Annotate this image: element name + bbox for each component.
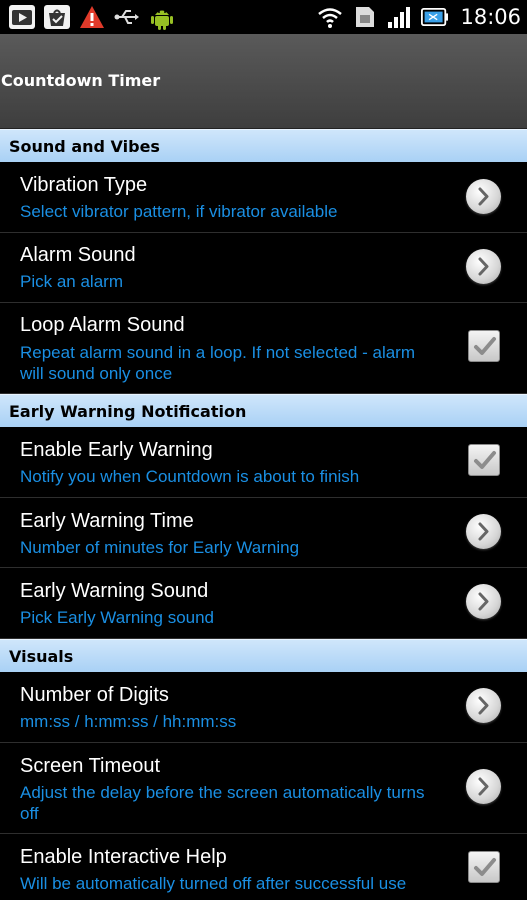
pref-title: Number of Digits [20,684,169,706]
warning-icon [78,4,105,30]
pref-summary: Adjust the delay before the screen autom… [20,783,425,823]
pref-summary: Pick Early Warning sound [20,608,215,627]
status-bar: 18:06 [0,0,527,34]
section-header-visuals: Visuals [0,639,527,672]
pref-enable-interactive-help[interactable]: Enable Interactive Help Will be automati… [0,834,527,900]
interactive-help-checkbox[interactable] [468,851,500,883]
status-clock: 18:06 [460,5,521,29]
pref-summary: mm:ss / h:mm:ss / hh:mm:ss [20,712,237,731]
bag-check-icon [43,4,70,30]
pref-number-of-digits[interactable]: Number of Digits mm:ss / h:mm:ss / hh:mm… [0,672,527,743]
pref-alarm-sound[interactable]: Alarm Sound Pick an alarm [0,233,527,303]
pref-early-warning-time[interactable]: Early Warning Time Number of minutes for… [0,498,527,568]
title-bar: Countdown Timer [0,34,527,129]
loop-alarm-checkbox[interactable] [468,330,500,362]
pref-summary: Will be automatically turned off after s… [20,874,407,893]
signal-icon [386,4,413,30]
section-header-sound-and-vibes: Sound and Vibes [0,129,527,162]
pref-vibration-type[interactable]: Vibration Type Select vibrator pattern, … [0,162,527,233]
section-header-label: Sound and Vibes [9,137,160,156]
pref-title: Loop Alarm Sound [20,314,185,336]
chevron-right-icon[interactable] [466,688,501,723]
section-header-label: Visuals [9,647,74,666]
android-icon [148,4,175,30]
chevron-right-icon[interactable] [466,769,501,804]
early-warning-checkbox[interactable] [468,444,500,476]
pref-summary: Pick an alarm [20,272,123,291]
battery-icon [421,4,449,30]
section-header-label: Early Warning Notification [9,402,247,421]
pref-title: Early Warning Sound [20,580,209,602]
page-title: Countdown Timer [1,71,161,90]
pref-early-warning-sound[interactable]: Early Warning Sound Pick Early Warning s… [0,568,527,639]
pref-title: Early Warning Time [20,510,194,532]
pref-screen-timeout[interactable]: Screen Timeout Adjust the delay before t… [0,743,527,834]
chevron-right-icon[interactable] [466,249,501,284]
pref-loop-alarm-sound[interactable]: Loop Alarm Sound Repeat alarm sound in a… [0,303,527,394]
chevron-right-icon[interactable] [466,514,501,549]
pref-title: Alarm Sound [20,244,136,266]
pref-summary: Select vibrator pattern, if vibrator ava… [20,202,338,221]
pref-summary: Repeat alarm sound in a loop. If not sel… [20,343,415,383]
usb-icon [113,4,140,30]
chevron-right-icon[interactable] [466,179,501,214]
pref-summary: Number of minutes for Early Warning [20,538,300,557]
pref-title: Enable Interactive Help [20,846,227,868]
wifi-icon [316,4,343,30]
sim-icon [351,4,378,30]
chevron-right-icon[interactable] [466,584,501,619]
pref-summary: Notify you when Countdown is about to fi… [20,467,360,486]
pref-title: Screen Timeout [20,755,161,777]
pref-enable-early-warning[interactable]: Enable Early Warning Notify you when Cou… [0,427,527,498]
youtube-icon [8,4,35,30]
section-header-early-warning: Early Warning Notification [0,394,527,427]
pref-title: Enable Early Warning [20,439,213,461]
pref-title: Vibration Type [20,174,148,196]
